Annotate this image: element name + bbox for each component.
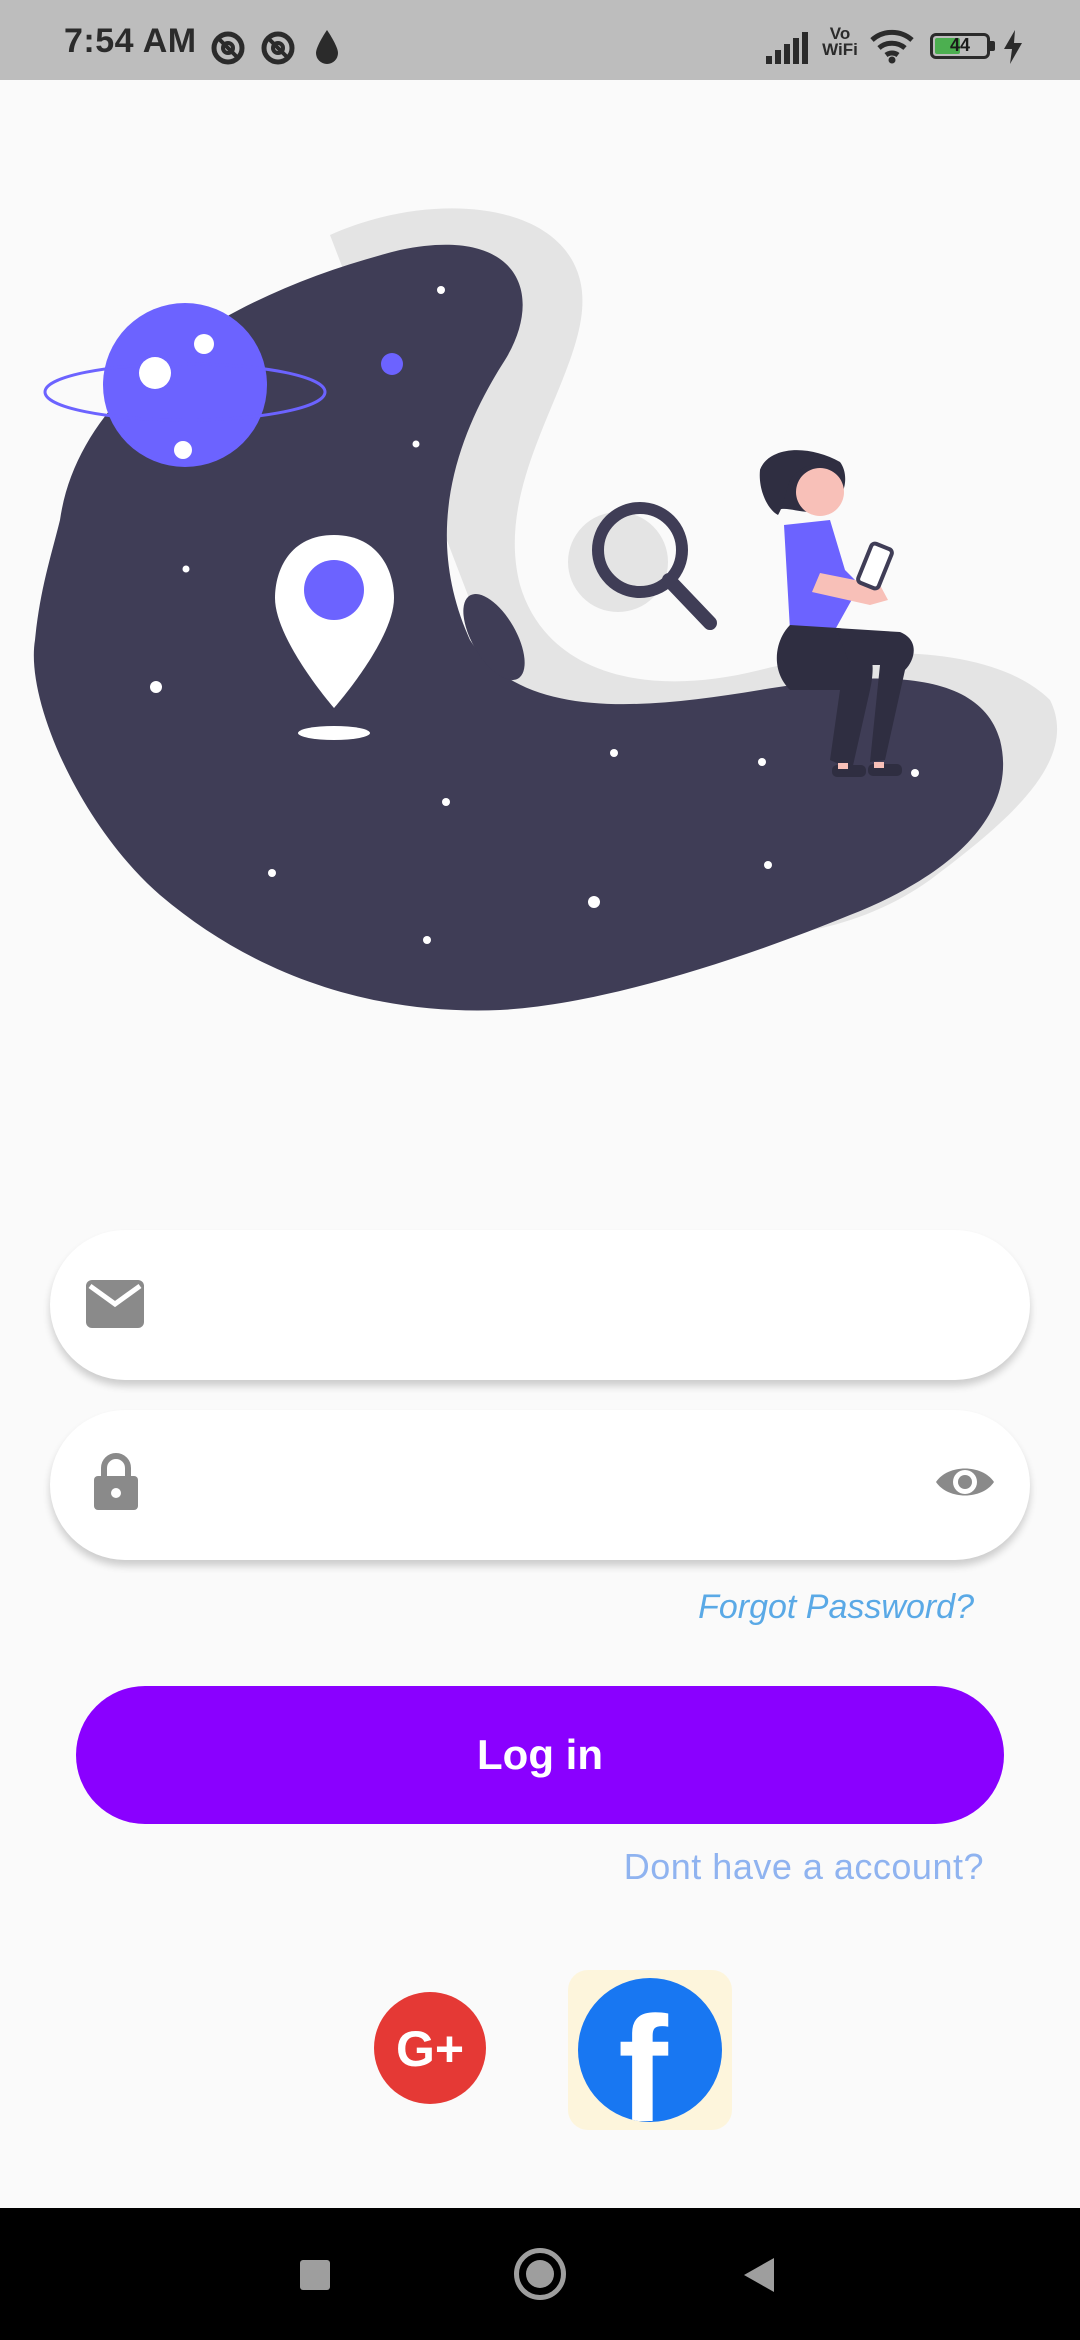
login-button[interactable]: Log in <box>76 1686 1004 1824</box>
google-plus-icon: G+ <box>395 2021 465 2077</box>
facebook-button[interactable]: f <box>568 1970 732 2130</box>
email-input[interactable] <box>200 1230 944 1382</box>
facebook-letter: f <box>618 1985 668 2122</box>
signal-icon <box>766 32 808 64</box>
home-circle-icon[interactable] <box>514 2248 566 2300</box>
status-bar: 7:54 AM Vo WiFi 44 <box>0 0 1080 80</box>
eye-icon[interactable] <box>934 1460 996 1504</box>
password-field-container[interactable] <box>50 1410 1030 1562</box>
back-triangle-icon[interactable] <box>742 2256 776 2294</box>
vowifi-icon: Vo WiFi <box>820 25 860 59</box>
google-plus-button[interactable]: G+ <box>374 1992 486 2104</box>
forgot-password-link[interactable]: Forgot Password? <box>698 1588 974 1627</box>
water-drop-icon <box>316 30 338 64</box>
battery-cap <box>990 41 995 51</box>
mail-icon <box>86 1280 144 1328</box>
password-input[interactable] <box>200 1410 944 1562</box>
lock-icon <box>94 1453 138 1510</box>
navigation-bar <box>0 2208 1080 2340</box>
battery-level: 44 <box>949 35 971 55</box>
hero-illustration <box>33 208 1058 1011</box>
magnifier-icon <box>568 502 717 630</box>
charging-icon <box>1004 30 1022 64</box>
do-not-disturb-icon <box>211 31 245 65</box>
recents-square-icon[interactable] <box>300 2260 330 2290</box>
vowifi-bottom-label: WiFi <box>822 40 858 59</box>
status-time: 7:54 AM <box>64 22 197 60</box>
email-field-container[interactable] <box>50 1230 1030 1382</box>
do-not-disturb-icon <box>261 31 295 65</box>
battery-icon: 44 <box>930 33 990 59</box>
facebook-icon: f <box>578 1978 722 2122</box>
wifi-icon <box>870 29 914 64</box>
signup-link[interactable]: Dont have a account? <box>624 1846 984 1888</box>
